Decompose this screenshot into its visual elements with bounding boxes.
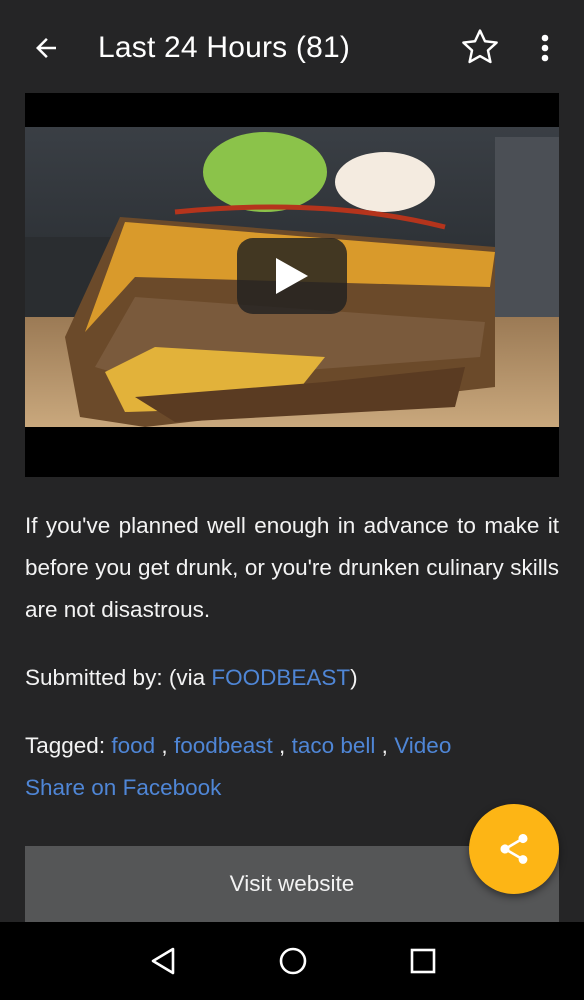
submitted-prefix: Submitted by: (via xyxy=(25,665,212,690)
more-options-button[interactable] xyxy=(526,26,564,70)
nav-back-icon xyxy=(151,947,175,975)
system-nav-bar xyxy=(0,922,584,1000)
more-vert-icon xyxy=(541,34,549,62)
arrow-back-icon xyxy=(36,38,56,58)
share-icon xyxy=(500,833,528,864)
tagged-label: Tagged: xyxy=(25,733,106,758)
tags-row: Tagged: food , foodbeast , taco bell , V… xyxy=(25,726,451,766)
tag-link-video[interactable]: Video xyxy=(394,733,451,758)
nav-home-icon xyxy=(279,947,307,975)
back-button[interactable] xyxy=(22,26,70,70)
share-on-facebook-link[interactable]: Share on Facebook xyxy=(25,768,221,808)
video-player[interactable] xyxy=(25,93,559,477)
play-icon xyxy=(276,258,308,294)
share-button[interactable] xyxy=(469,804,559,894)
tag-link-food[interactable]: food xyxy=(111,733,155,758)
tag-link-taco-bell[interactable]: taco bell xyxy=(292,733,376,758)
submitted-suffix: ) xyxy=(350,665,358,690)
nav-recents-button[interactable] xyxy=(393,936,453,986)
tag-separator: , xyxy=(161,733,168,758)
nav-back-button[interactable] xyxy=(133,936,193,986)
tag-separator: , xyxy=(279,733,286,758)
star-outline-icon xyxy=(462,29,498,64)
page-title: Last 24 Hours (81) xyxy=(98,31,351,64)
play-button[interactable] xyxy=(237,238,347,314)
tag-separator: , xyxy=(381,733,388,758)
post-description: If you've planned well enough in advance… xyxy=(25,513,559,622)
nav-recents-icon xyxy=(410,948,436,974)
nav-home-button[interactable] xyxy=(263,936,323,986)
source-link[interactable]: FOODBEAST xyxy=(211,665,350,690)
submitted-by: Submitted by: (via FOODBEAST) xyxy=(25,658,358,698)
app-bar: Last 24 Hours (81) xyxy=(0,0,584,96)
favorite-button[interactable] xyxy=(454,22,506,72)
tag-link-foodbeast[interactable]: foodbeast xyxy=(174,733,273,758)
